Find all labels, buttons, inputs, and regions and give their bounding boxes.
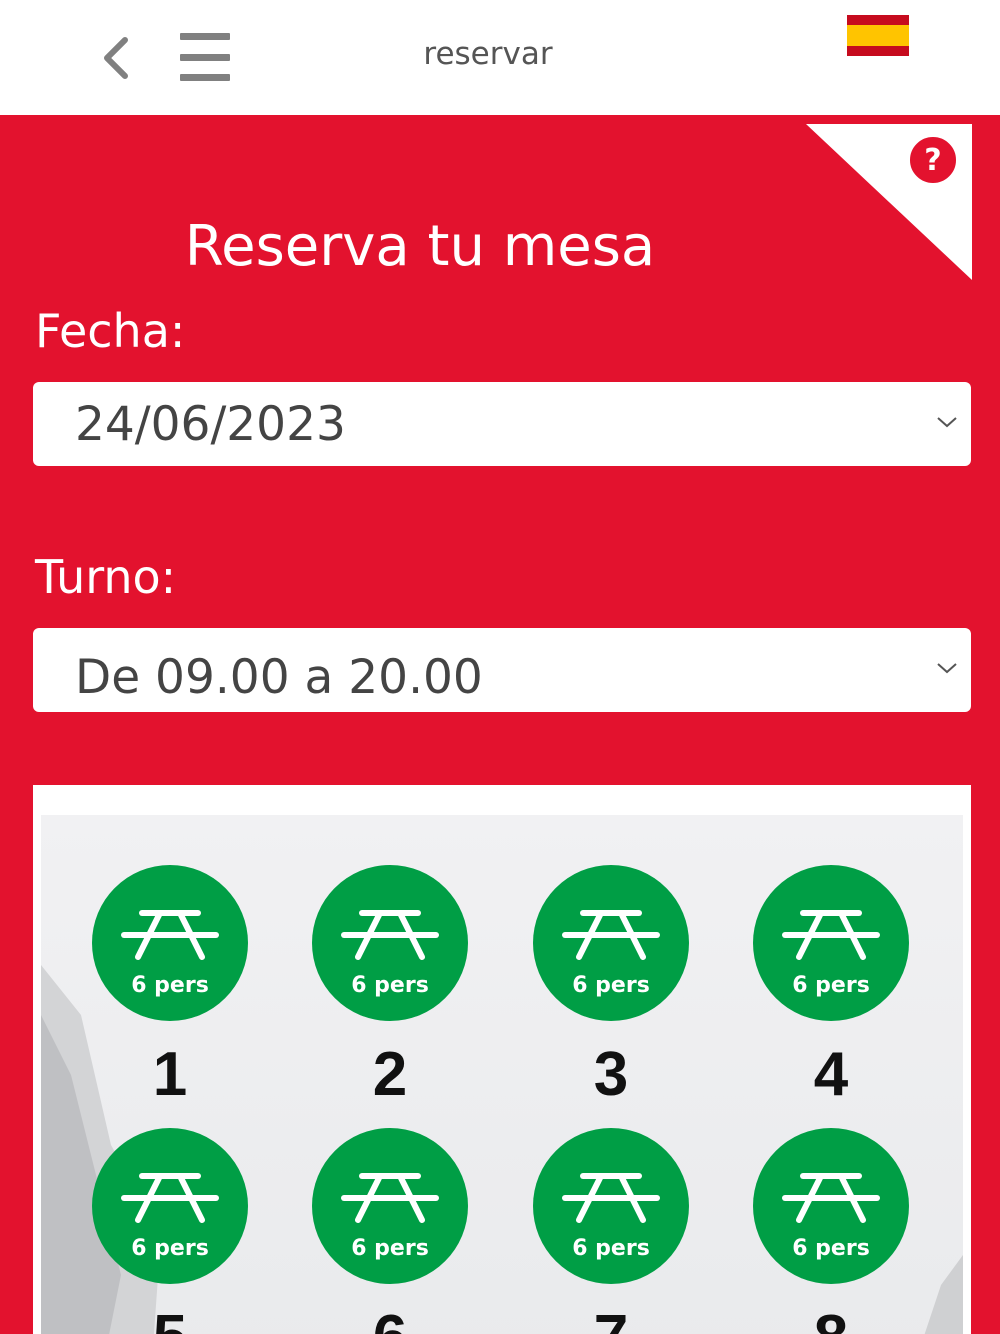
table-number: 4 [813,1040,849,1109]
shift-select[interactable]: De 09.00 a 20.00 [33,628,971,712]
chevron-left-icon [104,37,128,79]
table-number: 2 [372,1040,408,1109]
table-capacity: 6 pers [792,1236,870,1261]
flag-stripe-red [847,45,909,56]
flag-es-icon[interactable] [847,15,909,56]
page-title: Reserva tu mesa [184,214,656,279]
picnic-table-icon [341,910,439,960]
chevron-down-icon [937,417,957,428]
picnic-table-icon [121,910,219,960]
flag-stripe-red [847,15,909,26]
table-number: 3 [593,1040,629,1109]
hamburger-menu-icon [180,33,230,40]
table-5[interactable]: 6 pers 5 [90,1128,250,1334]
table-1[interactable]: 6 pers 1 [90,865,250,1110]
table-6[interactable]: 6 pers 6 [310,1128,470,1334]
shift-value: De 09.00 a 20.00 [75,650,483,705]
picnic-table-icon [782,910,880,960]
table-icon: 6 pers [92,1128,248,1284]
flag-stripe-yellow [847,25,909,46]
table-capacity: 6 pers [351,973,429,998]
back-button[interactable] [96,32,136,84]
table-number: 6 [310,1302,470,1334]
table-2[interactable]: 6 pers 2 [310,865,470,1110]
top-bar: reservar [0,0,1000,115]
table-number: 1 [152,1040,188,1109]
table-3[interactable]: 6 pers 3 [531,865,691,1110]
shift-label: Turno: [35,550,177,604]
table-icon: 6 pers [312,1128,468,1284]
table-map: 6 pers 1 6 pers 2 6 pers 3 6 pers 4 6 pe… [33,785,971,1334]
table-8[interactable]: 6 pers 8 [751,1128,911,1334]
table-number: 7 [531,1302,691,1334]
picnic-table-icon [562,1173,660,1223]
table-capacity: 6 pers [131,973,209,998]
date-value: 24/06/2023 [75,397,346,452]
picnic-table-icon [782,1173,880,1223]
table-number: 8 [751,1302,911,1334]
picnic-table-icon [562,910,660,960]
table-icon: 6 pers [753,1128,909,1284]
table-4[interactable]: 6 pers 4 [751,865,911,1110]
picnic-table-icon [341,1173,439,1223]
help-button[interactable]: ? [907,134,959,186]
chevron-down-icon [937,663,957,674]
date-label: Fecha: [35,304,186,358]
table-icon: 6 pers [533,1128,689,1284]
table-capacity: 6 pers [351,1236,429,1261]
table-capacity: 6 pers [572,1236,650,1261]
table-7[interactable]: 6 pers 7 [531,1128,691,1334]
hamburger-menu-icon-bar [180,74,230,81]
table-icon: 6 pers [753,865,909,1021]
hamburger-menu-icon-bar [180,53,230,61]
table-icon: 6 pers [92,865,248,1021]
table-number: 5 [90,1302,250,1334]
picnic-table-icon [121,1173,219,1223]
menu-button[interactable] [180,33,232,81]
date-select[interactable]: 24/06/2023 [33,382,971,466]
page-header-title: reservar [423,36,553,72]
table-capacity: 6 pers [792,973,870,998]
table-icon: 6 pers [312,865,468,1021]
table-capacity: 6 pers [572,973,650,998]
table-icon: 6 pers [533,865,689,1021]
table-capacity: 6 pers [131,1236,209,1261]
